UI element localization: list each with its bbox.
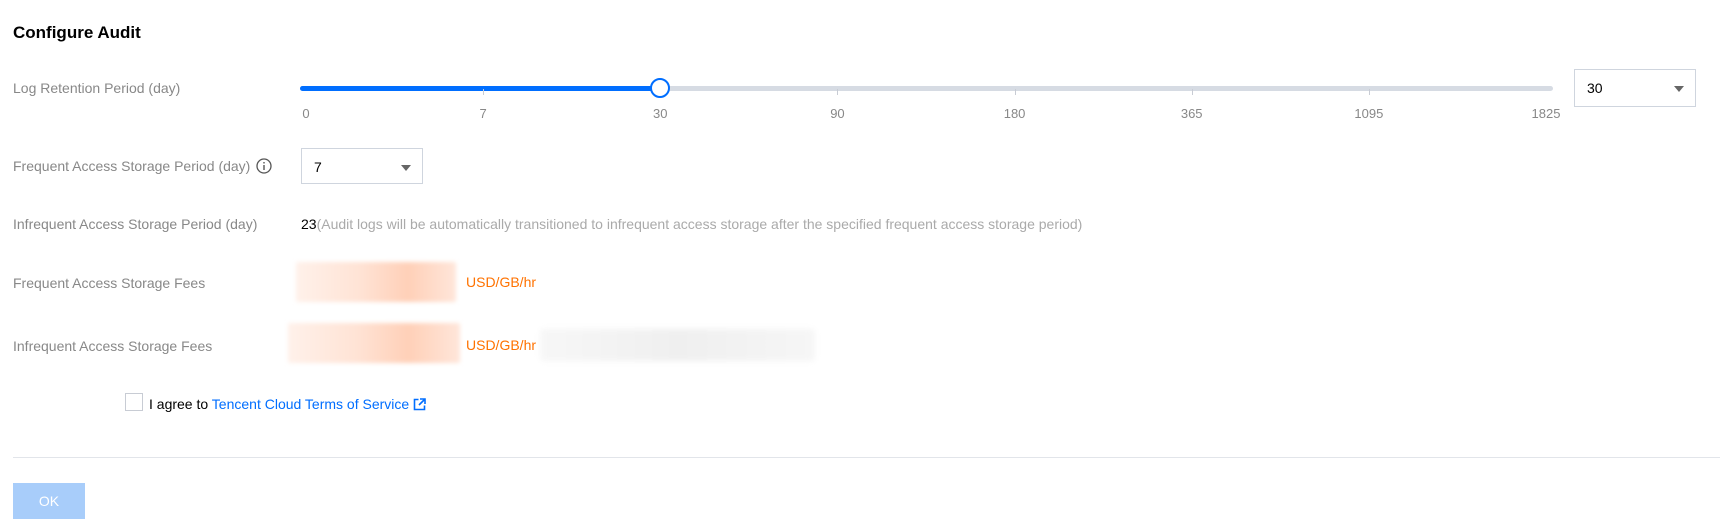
infrequent-fees-note-redacted bbox=[540, 329, 815, 361]
infrequent-fees-unit: USD/GB/hr bbox=[466, 337, 537, 353]
agree-terms-text: I agree to Tencent Cloud Terms of Servic… bbox=[149, 396, 426, 414]
slider-tick-mark bbox=[837, 89, 839, 95]
slider-tick-label[interactable]: 0 bbox=[302, 106, 309, 121]
infrequent-fees-value-redacted bbox=[288, 323, 460, 363]
footer-divider bbox=[13, 457, 1720, 458]
infrequent-period-label: Infrequent Access Storage Period (day) bbox=[13, 216, 258, 232]
frequent-period-label: Frequent Access Storage Period (day) bbox=[13, 158, 272, 177]
agree-prefix: I agree to bbox=[149, 396, 212, 412]
external-link-icon[interactable] bbox=[413, 398, 426, 414]
infrequent-period-value: 23 bbox=[301, 216, 317, 232]
frequent-period-select-value: 7 bbox=[314, 159, 322, 175]
slider-tick-label[interactable]: 90 bbox=[830, 106, 844, 121]
infrequent-fees-label: Infrequent Access Storage Fees bbox=[13, 338, 213, 354]
agree-terms-checkbox[interactable] bbox=[125, 393, 143, 411]
chevron-down-icon bbox=[1674, 86, 1684, 92]
frequent-fees-unit: USD/GB/hr bbox=[466, 274, 537, 290]
infrequent-period-value-row: 23(Audit logs will be automatically tran… bbox=[301, 216, 1082, 232]
slider-tick-mark bbox=[1014, 89, 1016, 95]
terms-of-service-link[interactable]: Tencent Cloud Terms of Service bbox=[212, 396, 409, 412]
slider-tick-label[interactable]: 1095 bbox=[1354, 106, 1383, 121]
slider-tick-label[interactable]: 365 bbox=[1181, 106, 1203, 121]
dialog-title: Configure Audit bbox=[13, 23, 141, 42]
retention-slider-fill bbox=[300, 86, 661, 91]
frequent-fees-value-redacted bbox=[296, 262, 456, 302]
infrequent-period-hint: (Audit logs will be automatically transi… bbox=[316, 216, 1083, 232]
slider-tick-label[interactable]: 7 bbox=[480, 106, 487, 121]
frequent-period-select[interactable]: 7 bbox=[301, 148, 423, 184]
slider-tick-mark bbox=[1368, 89, 1370, 95]
slider-tick-label[interactable]: 180 bbox=[1004, 106, 1026, 121]
retention-select-value: 30 bbox=[1587, 80, 1603, 96]
retention-select[interactable]: 30 bbox=[1574, 69, 1696, 107]
chevron-down-icon bbox=[401, 165, 411, 171]
slider-tick-label[interactable]: 30 bbox=[653, 106, 667, 121]
retention-slider-track[interactable] bbox=[300, 86, 1553, 91]
log-retention-label: Log Retention Period (day) bbox=[13, 80, 181, 96]
retention-slider-thumb[interactable] bbox=[650, 78, 671, 98]
slider-tick-mark bbox=[1191, 89, 1193, 95]
frequent-period-label-text: Frequent Access Storage Period (day) bbox=[13, 158, 251, 174]
slider-tick-mark bbox=[483, 89, 485, 95]
info-circle-icon[interactable] bbox=[256, 158, 272, 177]
frequent-fees-label: Frequent Access Storage Fees bbox=[13, 275, 206, 291]
slider-tick-label[interactable]: 1825 bbox=[1532, 106, 1561, 121]
ok-button[interactable]: OK bbox=[13, 483, 85, 519]
